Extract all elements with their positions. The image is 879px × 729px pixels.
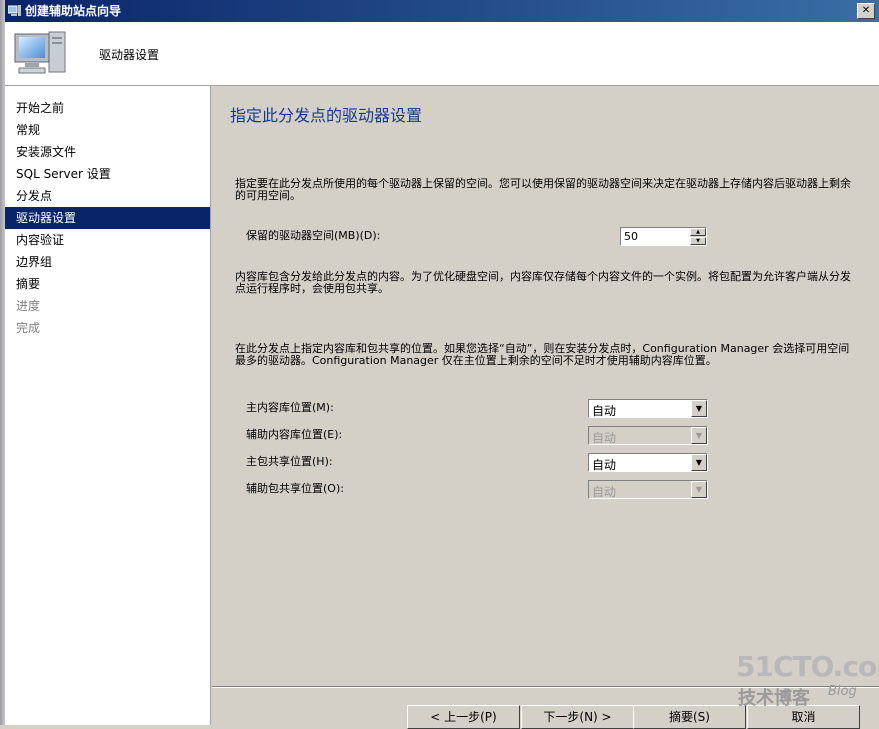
chevron-down-icon[interactable]: ▼ bbox=[691, 454, 707, 471]
close-icon[interactable]: ✕ bbox=[857, 3, 875, 19]
wizard-app-icon bbox=[8, 5, 21, 16]
secondary-library-select: 自动 ▼ bbox=[588, 426, 708, 445]
chevron-down-icon: ▼ bbox=[691, 481, 707, 498]
header-title: 驱动器设置 bbox=[99, 48, 160, 62]
spin-down-icon[interactable]: ▼ bbox=[690, 237, 706, 245]
chevron-down-icon[interactable]: ▼ bbox=[691, 400, 707, 417]
watermark-sub: 技术博客 bbox=[738, 688, 810, 709]
secondary-share-select: 自动 ▼ bbox=[588, 480, 708, 499]
reserved-space-stepper[interactable]: 50 ▲ ▼ bbox=[620, 227, 707, 246]
spin-up-icon[interactable]: ▲ bbox=[690, 228, 706, 236]
intro-text: 指定要在此分发点所使用的每个驱动器上保留的空间。您可以使用保留的驱动器空间来决定… bbox=[235, 177, 851, 202]
main-panel: 指定此分发点的驱动器设置 指定要在此分发点所使用的每个驱动器上保留的空间。您可以… bbox=[212, 86, 879, 686]
primary-share-value: 自动 bbox=[592, 458, 617, 472]
wizard-nav: 开始之前 常规 安装源文件 SQL Server 设置 分发点 驱动器设置 内容… bbox=[5, 86, 211, 725]
nav-item-before-you-begin[interactable]: 开始之前 bbox=[5, 97, 210, 119]
next-button[interactable]: 下一步(N) > bbox=[521, 705, 634, 729]
location-text: 在此分发点上指定内容库和包共享的位置。如果您选择“自动”，则在安装分发点时，Co… bbox=[235, 342, 850, 367]
chevron-down-icon: ▼ bbox=[691, 427, 707, 444]
reserved-space-label: 保留的驱动器空间(MB)(D): bbox=[246, 229, 381, 242]
secondary-library-label: 辅助内容库位置(E): bbox=[246, 428, 343, 441]
content-library-text: 内容库包含分发给此分发点的内容。为了优化硬盘空间，内容库仅存储每个内容文件的一个… bbox=[235, 270, 851, 295]
primary-share-select[interactable]: 自动 ▼ bbox=[588, 453, 708, 472]
primary-library-select[interactable]: 自动 ▼ bbox=[588, 399, 708, 418]
secondary-library-value: 自动 bbox=[592, 431, 617, 445]
secondary-share-value: 自动 bbox=[592, 485, 617, 499]
watermark-blog: Blog bbox=[828, 684, 857, 699]
page-title: 指定此分发点的驱动器设置 bbox=[230, 106, 423, 125]
nav-item-progress: 进度 bbox=[16, 299, 41, 313]
nav-item-distribution-point[interactable]: 分发点 bbox=[5, 185, 210, 207]
prev-button[interactable]: < 上一步(P) bbox=[407, 705, 520, 729]
secondary-share-label: 辅助包共享位置(O): bbox=[246, 482, 344, 495]
nav-item-boundary-groups[interactable]: 边界组 bbox=[5, 251, 210, 273]
watermark-main: 51CTO.com bbox=[736, 650, 879, 683]
nav-item-installation-source[interactable]: 安装源文件 bbox=[5, 141, 210, 163]
watermark: 51CTO.com 技术博客 Blog bbox=[736, 650, 879, 710]
primary-library-value: 自动 bbox=[592, 404, 617, 418]
primary-library-label: 主内容库位置(M): bbox=[246, 401, 334, 414]
nav-item-general[interactable]: 常规 bbox=[5, 119, 210, 141]
computer-icon bbox=[14, 31, 66, 74]
nav-item-summary[interactable]: 摘要 bbox=[5, 273, 210, 295]
title-bar: 创建辅助站点向导 ✕ bbox=[5, 0, 879, 22]
nav-item-completion: 完成 bbox=[16, 321, 41, 335]
primary-share-label: 主包共享位置(H): bbox=[246, 455, 333, 468]
stepper-buttons: ▲ ▼ bbox=[690, 228, 706, 245]
wizard-header: 驱动器设置 bbox=[5, 22, 879, 86]
nav-item-content-validation[interactable]: 内容验证 bbox=[5, 229, 210, 251]
reserved-space-value[interactable]: 50 bbox=[624, 230, 638, 243]
summary-button[interactable]: 摘要(S) bbox=[633, 705, 746, 729]
window-title: 创建辅助站点向导 bbox=[25, 4, 122, 18]
nav-item-sql-server[interactable]: SQL Server 设置 bbox=[5, 163, 210, 185]
nav-item-drive-settings[interactable]: 驱动器设置 bbox=[5, 207, 210, 229]
